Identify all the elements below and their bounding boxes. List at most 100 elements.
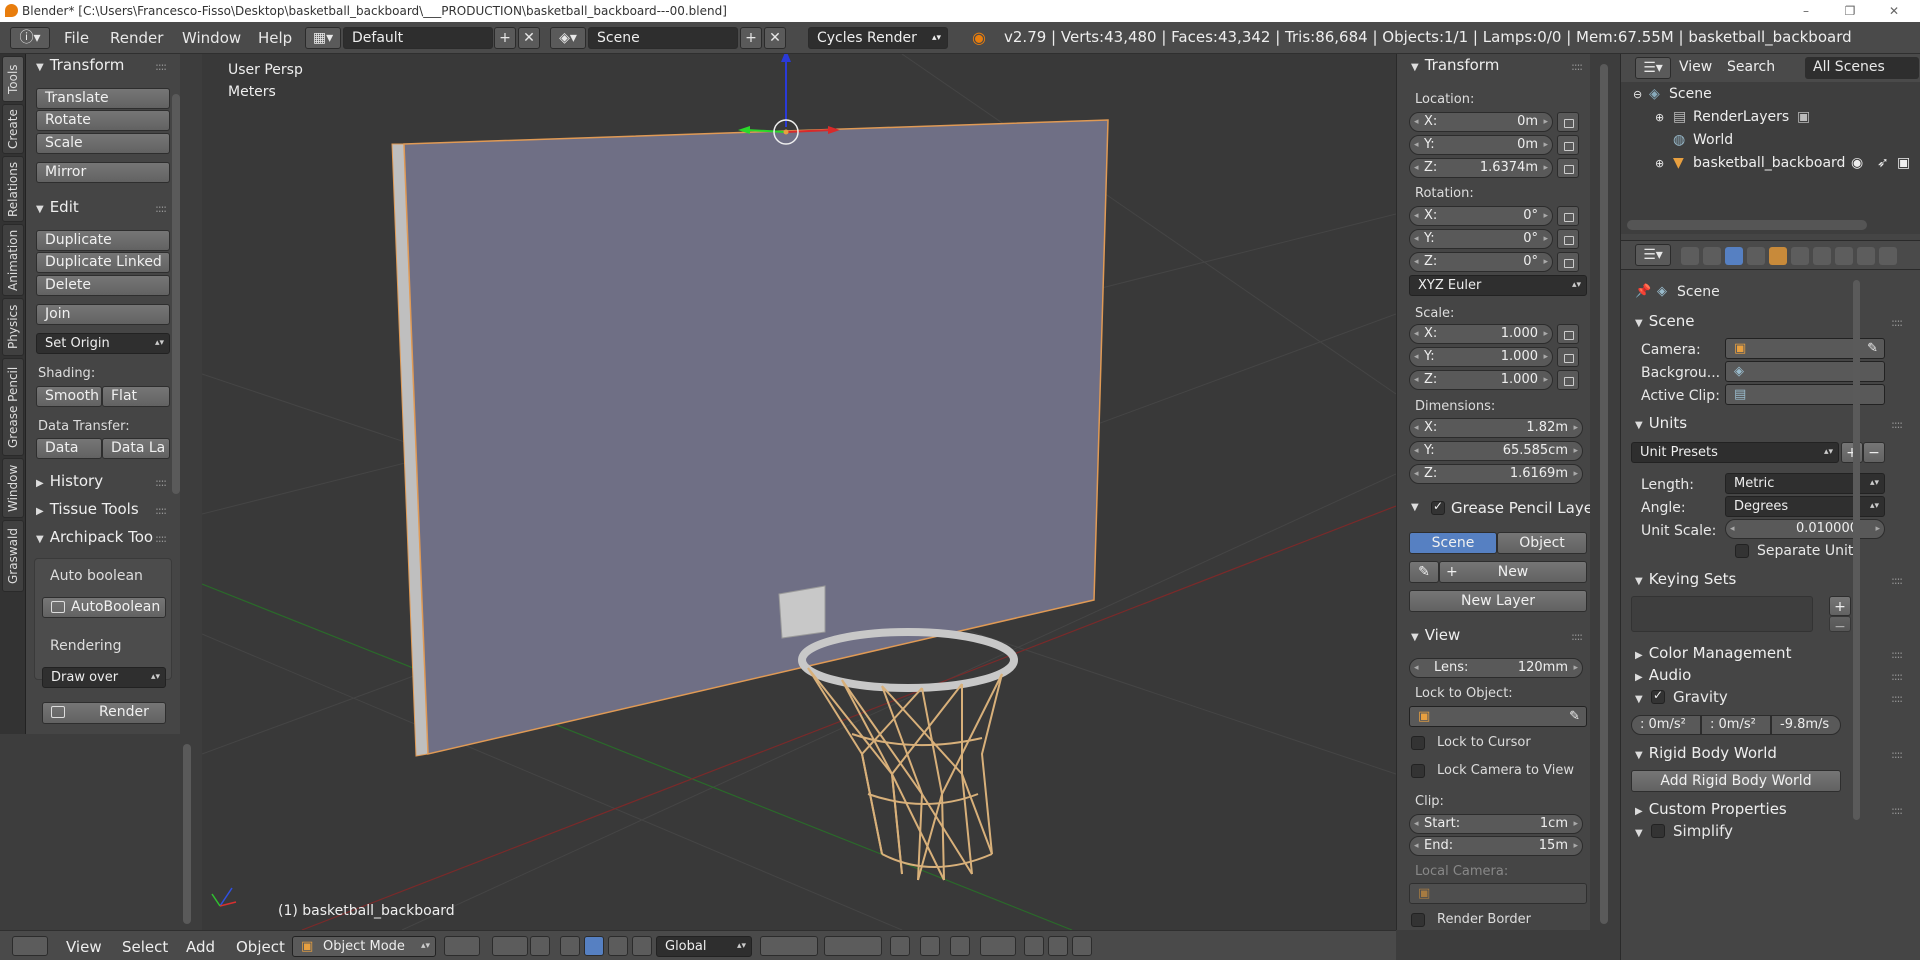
gp-scene-toggle[interactable]: Scene (1409, 532, 1497, 554)
archipack-panel-header[interactable]: ▼ Archipack Too (36, 528, 153, 546)
drag-handle-icon[interactable]: :::: (1571, 60, 1583, 73)
outliner-object[interactable]: basketball_backboard (1693, 155, 1845, 171)
render-engine-dropdown[interactable]: Cycles Render ▴▾ (808, 27, 948, 49)
simplify-checkbox[interactable] (1651, 824, 1665, 838)
keying-sets-header[interactable]: ▼ Keying Sets (1635, 570, 1736, 588)
audio-header[interactable]: ▶ Audio (1635, 666, 1691, 684)
tab-grease-pencil[interactable]: Grease Pencil (2, 358, 24, 456)
minimize-button[interactable]: – (1786, 0, 1826, 22)
n-transform-header[interactable]: ▼ Transform (1411, 56, 1499, 74)
outliner-view-menu[interactable]: View (1679, 59, 1712, 75)
scale-x-field[interactable]: ◂ X: 1.000 ▸ (1409, 324, 1553, 344)
drag-handle-icon[interactable]: :::: (155, 504, 167, 517)
pin-icon[interactable]: 📌 (1635, 284, 1651, 299)
rotation-y-field[interactable]: ◂ Y: 0° ▸ (1409, 229, 1553, 249)
translate-button[interactable]: Translate (36, 88, 170, 109)
rotate-manipulator-icon[interactable] (584, 936, 604, 956)
render-icon[interactable]: ▣ (1797, 109, 1810, 125)
units-panel-header[interactable]: ▼ Units (1635, 414, 1687, 432)
lock-icon[interactable] (1557, 252, 1579, 272)
add-scene-button[interactable]: + (740, 27, 762, 49)
render-button[interactable]: Render (42, 702, 166, 724)
transform-orientation-icon[interactable] (632, 936, 652, 956)
angle-dropdown[interactable]: Degrees ▴▾ (1725, 496, 1885, 517)
custom-properties-header[interactable]: ▶ Custom Properties (1635, 800, 1787, 818)
editor-type-icon[interactable]: ⓘ▾ (10, 27, 50, 49)
interaction-mode-dropdown[interactable]: ▣ Object Mode ▴▾ (292, 936, 436, 957)
data-tab-icon[interactable] (1835, 247, 1853, 265)
mirror-button[interactable]: Mirror (36, 162, 170, 183)
render-preview-icon[interactable] (1072, 936, 1092, 956)
rotation-z-field[interactable]: ◂ Z: 0° ▸ (1409, 252, 1553, 272)
transform-panel-header[interactable]: ▼ Transform (36, 56, 124, 74)
add-layout-button[interactable]: + (494, 27, 516, 49)
separate-units-checkbox[interactable] (1735, 544, 1749, 558)
autoboolean-button[interactable]: AutoBoolean (42, 597, 166, 618)
tab-graswald[interactable]: Graswald (2, 520, 24, 592)
gp-new-layer-button[interactable]: New Layer (1409, 590, 1587, 612)
gp-object-toggle[interactable]: Object (1497, 532, 1587, 554)
object-tab-icon[interactable] (1769, 247, 1787, 265)
clip-start-field[interactable]: ◂ Start: 1cm ▸ (1409, 814, 1583, 834)
layers-grid-1[interactable] (760, 936, 818, 956)
camera-field[interactable]: ▣ ✎ (1725, 338, 1885, 359)
scene-browse-icon[interactable]: ◈▾ (550, 27, 586, 49)
toolshelf-lower-scrollbar[interactable] (183, 744, 191, 924)
tab-window[interactable]: Window (2, 458, 24, 518)
tab-create[interactable]: Create (2, 104, 24, 154)
properties-editor-icon[interactable]: ☰▾ (1635, 244, 1671, 266)
tab-physics[interactable]: Physics (2, 298, 24, 356)
collapse-icon[interactable]: ⊖ (1633, 88, 1642, 101)
rotation-mode-dropdown[interactable]: XYZ Euler ▴▾ (1409, 275, 1587, 296)
add-rigid-body-world-button[interactable]: Add Rigid Body World (1631, 770, 1841, 792)
gravity-checkbox[interactable] (1651, 688, 1665, 704)
sidebar-scrollbar[interactable] (1600, 64, 1608, 924)
menu-render[interactable]: Render (110, 29, 163, 47)
background-field[interactable]: ◈ (1725, 361, 1885, 382)
rotate-button[interactable]: Rotate (36, 110, 170, 131)
scene-tab-icon[interactable] (1725, 247, 1743, 265)
menu-add[interactable]: Add (186, 938, 215, 956)
remove-layout-button[interactable]: ✕ (518, 27, 540, 49)
color-management-header[interactable]: ▶ Color Management (1635, 644, 1791, 662)
render-border-checkbox[interactable] (1411, 913, 1425, 927)
lock-object-field[interactable]: ▣ ✎ (1409, 706, 1587, 727)
location-y-field[interactable]: ◂ Y: 0m ▸ (1409, 135, 1553, 155)
expand-icon[interactable]: ⊕ (1655, 111, 1664, 124)
gravity-x-field[interactable]: : 0m/s² (1631, 715, 1701, 735)
hoop-bracket[interactable] (778, 585, 826, 639)
scene-panel-header[interactable]: ▼ Scene (1635, 312, 1694, 330)
scale-y-field[interactable]: ◂ Y: 1.000 ▸ (1409, 347, 1553, 367)
length-dropdown[interactable]: Metric ▴▾ (1725, 473, 1885, 494)
properties-scrollbar[interactable] (1853, 280, 1860, 820)
remove-scene-button[interactable]: ✕ (764, 27, 786, 49)
drag-handle-icon[interactable]: :::: (1891, 574, 1903, 587)
menu-view[interactable]: View (66, 938, 102, 956)
pivot-point-icon[interactable] (492, 936, 528, 956)
tissue-tools-panel-header[interactable]: ▶ Tissue Tools (36, 500, 139, 518)
scene-field[interactable]: Scene (588, 27, 738, 49)
remove-preset-button[interactable]: − (1863, 442, 1885, 463)
menu-window[interactable]: Window (182, 29, 241, 47)
dimension-x-field[interactable]: ◂ X: 1.82m ▸ (1409, 418, 1583, 438)
lock-icon[interactable] (1557, 347, 1579, 367)
outliner-scene[interactable]: Scene (1669, 86, 1712, 102)
gizmo-z-arrow[interactable] (781, 54, 791, 62)
lock-camera-checkbox[interactable] (1411, 764, 1425, 778)
outliner-h-scrollbar[interactable] (1627, 220, 1867, 230)
opengl-render-icon[interactable] (1024, 936, 1044, 956)
drag-handle-icon[interactable]: :::: (155, 476, 167, 489)
outliner-display-mode[interactable]: All Scenes (1805, 57, 1919, 79)
lock-icon[interactable] (1557, 112, 1579, 132)
gp-new-button[interactable]: + New (1439, 561, 1587, 583)
drag-handle-icon[interactable]: :::: (155, 532, 167, 545)
scale-button[interactable]: Scale (36, 133, 170, 154)
unit-scale-field[interactable]: ◂ 0.010000 ▸ (1725, 519, 1885, 539)
data-layout-button[interactable]: Data La (102, 438, 170, 459)
unit-presets-dropdown[interactable]: Unit Presets ▴▾ (1631, 442, 1839, 463)
drag-handle-icon[interactable]: :::: (1891, 692, 1903, 705)
lock-icon[interactable] (1557, 370, 1579, 390)
gp-pencil-icon[interactable]: ✎ (1409, 561, 1439, 583)
add-keying-set-button[interactable]: + (1829, 596, 1851, 616)
location-x-field[interactable]: ◂ X: 0m ▸ (1409, 112, 1553, 132)
